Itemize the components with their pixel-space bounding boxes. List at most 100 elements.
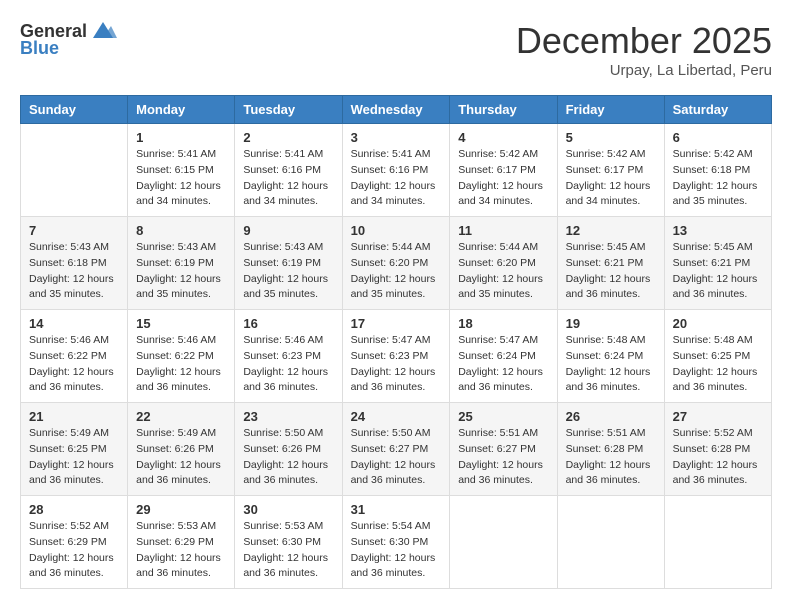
day-info: Sunrise: 5:50 AMSunset: 6:26 PMDaylight:… xyxy=(243,426,333,489)
day-info: Sunrise: 5:53 AMSunset: 6:29 PMDaylight:… xyxy=(136,519,226,582)
calendar-cell: 25 Sunrise: 5:51 AMSunset: 6:27 PMDaylig… xyxy=(450,403,557,496)
calendar-cell: 10 Sunrise: 5:44 AMSunset: 6:20 PMDaylig… xyxy=(342,217,450,310)
day-info: Sunrise: 5:42 AMSunset: 6:17 PMDaylight:… xyxy=(458,147,548,210)
calendar-cell: 1 Sunrise: 5:41 AMSunset: 6:15 PMDayligh… xyxy=(128,124,235,217)
day-number: 29 xyxy=(136,502,226,517)
calendar-cell: 16 Sunrise: 5:46 AMSunset: 6:23 PMDaylig… xyxy=(235,310,342,403)
weekday-header-tuesday: Tuesday xyxy=(235,96,342,124)
day-number: 3 xyxy=(351,130,442,145)
calendar-cell: 24 Sunrise: 5:50 AMSunset: 6:27 PMDaylig… xyxy=(342,403,450,496)
calendar-cell: 4 Sunrise: 5:42 AMSunset: 6:17 PMDayligh… xyxy=(450,124,557,217)
calendar-cell: 12 Sunrise: 5:45 AMSunset: 6:21 PMDaylig… xyxy=(557,217,664,310)
day-number: 15 xyxy=(136,316,226,331)
calendar-cell: 7 Sunrise: 5:43 AMSunset: 6:18 PMDayligh… xyxy=(21,217,128,310)
calendar-cell: 18 Sunrise: 5:47 AMSunset: 6:24 PMDaylig… xyxy=(450,310,557,403)
calendar-cell xyxy=(450,496,557,589)
calendar-cell: 31 Sunrise: 5:54 AMSunset: 6:30 PMDaylig… xyxy=(342,496,450,589)
calendar-cell: 6 Sunrise: 5:42 AMSunset: 6:18 PMDayligh… xyxy=(664,124,771,217)
calendar-header-row: SundayMondayTuesdayWednesdayThursdayFrid… xyxy=(21,96,772,124)
calendar-table: SundayMondayTuesdayWednesdayThursdayFrid… xyxy=(20,95,772,589)
day-number: 30 xyxy=(243,502,333,517)
day-number: 27 xyxy=(673,409,763,424)
calendar-cell: 8 Sunrise: 5:43 AMSunset: 6:19 PMDayligh… xyxy=(128,217,235,310)
day-info: Sunrise: 5:45 AMSunset: 6:21 PMDaylight:… xyxy=(566,240,656,303)
day-number: 5 xyxy=(566,130,656,145)
calendar-cell: 30 Sunrise: 5:53 AMSunset: 6:30 PMDaylig… xyxy=(235,496,342,589)
day-info: Sunrise: 5:43 AMSunset: 6:19 PMDaylight:… xyxy=(243,240,333,303)
day-info: Sunrise: 5:52 AMSunset: 6:29 PMDaylight:… xyxy=(29,519,119,582)
calendar-cell xyxy=(557,496,664,589)
day-number: 18 xyxy=(458,316,548,331)
day-info: Sunrise: 5:48 AMSunset: 6:25 PMDaylight:… xyxy=(673,333,763,396)
day-number: 9 xyxy=(243,223,333,238)
day-info: Sunrise: 5:47 AMSunset: 6:24 PMDaylight:… xyxy=(458,333,548,396)
day-info: Sunrise: 5:47 AMSunset: 6:23 PMDaylight:… xyxy=(351,333,442,396)
calendar-cell: 17 Sunrise: 5:47 AMSunset: 6:23 PMDaylig… xyxy=(342,310,450,403)
weekday-header-saturday: Saturday xyxy=(664,96,771,124)
logo-blue-text: Blue xyxy=(20,38,59,59)
day-info: Sunrise: 5:41 AMSunset: 6:15 PMDaylight:… xyxy=(136,147,226,210)
logo: General Blue xyxy=(20,20,119,59)
calendar-week-row: 1 Sunrise: 5:41 AMSunset: 6:15 PMDayligh… xyxy=(21,124,772,217)
day-info: Sunrise: 5:54 AMSunset: 6:30 PMDaylight:… xyxy=(351,519,442,582)
day-info: Sunrise: 5:44 AMSunset: 6:20 PMDaylight:… xyxy=(351,240,442,303)
day-info: Sunrise: 5:52 AMSunset: 6:28 PMDaylight:… xyxy=(673,426,763,489)
day-info: Sunrise: 5:46 AMSunset: 6:22 PMDaylight:… xyxy=(136,333,226,396)
day-number: 28 xyxy=(29,502,119,517)
day-info: Sunrise: 5:41 AMSunset: 6:16 PMDaylight:… xyxy=(351,147,442,210)
calendar-cell: 23 Sunrise: 5:50 AMSunset: 6:26 PMDaylig… xyxy=(235,403,342,496)
page-header: General Blue December 2025 Urpay, La Lib… xyxy=(20,20,772,79)
day-info: Sunrise: 5:43 AMSunset: 6:19 PMDaylight:… xyxy=(136,240,226,303)
day-info: Sunrise: 5:50 AMSunset: 6:27 PMDaylight:… xyxy=(351,426,442,489)
logo-icon xyxy=(89,20,117,42)
calendar-cell: 5 Sunrise: 5:42 AMSunset: 6:17 PMDayligh… xyxy=(557,124,664,217)
day-number: 14 xyxy=(29,316,119,331)
calendar-week-row: 7 Sunrise: 5:43 AMSunset: 6:18 PMDayligh… xyxy=(21,217,772,310)
day-number: 22 xyxy=(136,409,226,424)
day-number: 8 xyxy=(136,223,226,238)
day-number: 26 xyxy=(566,409,656,424)
day-number: 31 xyxy=(351,502,442,517)
day-info: Sunrise: 5:51 AMSunset: 6:27 PMDaylight:… xyxy=(458,426,548,489)
day-info: Sunrise: 5:46 AMSunset: 6:23 PMDaylight:… xyxy=(243,333,333,396)
day-number: 17 xyxy=(351,316,442,331)
location-title: Urpay, La Libertad, Peru xyxy=(516,62,772,79)
day-number: 13 xyxy=(673,223,763,238)
weekday-header-thursday: Thursday xyxy=(450,96,557,124)
calendar-cell: 11 Sunrise: 5:44 AMSunset: 6:20 PMDaylig… xyxy=(450,217,557,310)
day-number: 21 xyxy=(29,409,119,424)
day-number: 20 xyxy=(673,316,763,331)
day-info: Sunrise: 5:46 AMSunset: 6:22 PMDaylight:… xyxy=(29,333,119,396)
calendar-cell: 9 Sunrise: 5:43 AMSunset: 6:19 PMDayligh… xyxy=(235,217,342,310)
day-info: Sunrise: 5:51 AMSunset: 6:28 PMDaylight:… xyxy=(566,426,656,489)
calendar-cell: 27 Sunrise: 5:52 AMSunset: 6:28 PMDaylig… xyxy=(664,403,771,496)
calendar-cell: 29 Sunrise: 5:53 AMSunset: 6:29 PMDaylig… xyxy=(128,496,235,589)
day-number: 7 xyxy=(29,223,119,238)
day-number: 12 xyxy=(566,223,656,238)
day-number: 19 xyxy=(566,316,656,331)
day-info: Sunrise: 5:44 AMSunset: 6:20 PMDaylight:… xyxy=(458,240,548,303)
calendar-week-row: 28 Sunrise: 5:52 AMSunset: 6:29 PMDaylig… xyxy=(21,496,772,589)
calendar-cell: 20 Sunrise: 5:48 AMSunset: 6:25 PMDaylig… xyxy=(664,310,771,403)
month-title: December 2025 xyxy=(516,20,772,62)
day-number: 6 xyxy=(673,130,763,145)
day-number: 23 xyxy=(243,409,333,424)
day-number: 1 xyxy=(136,130,226,145)
day-number: 11 xyxy=(458,223,548,238)
calendar-cell: 2 Sunrise: 5:41 AMSunset: 6:16 PMDayligh… xyxy=(235,124,342,217)
calendar-cell: 22 Sunrise: 5:49 AMSunset: 6:26 PMDaylig… xyxy=(128,403,235,496)
calendar-cell: 15 Sunrise: 5:46 AMSunset: 6:22 PMDaylig… xyxy=(128,310,235,403)
day-number: 4 xyxy=(458,130,548,145)
calendar-cell: 26 Sunrise: 5:51 AMSunset: 6:28 PMDaylig… xyxy=(557,403,664,496)
calendar-week-row: 14 Sunrise: 5:46 AMSunset: 6:22 PMDaylig… xyxy=(21,310,772,403)
day-info: Sunrise: 5:41 AMSunset: 6:16 PMDaylight:… xyxy=(243,147,333,210)
weekday-header-sunday: Sunday xyxy=(21,96,128,124)
day-info: Sunrise: 5:48 AMSunset: 6:24 PMDaylight:… xyxy=(566,333,656,396)
day-info: Sunrise: 5:42 AMSunset: 6:18 PMDaylight:… xyxy=(673,147,763,210)
day-info: Sunrise: 5:49 AMSunset: 6:26 PMDaylight:… xyxy=(136,426,226,489)
day-info: Sunrise: 5:53 AMSunset: 6:30 PMDaylight:… xyxy=(243,519,333,582)
day-number: 10 xyxy=(351,223,442,238)
day-number: 2 xyxy=(243,130,333,145)
calendar-cell: 14 Sunrise: 5:46 AMSunset: 6:22 PMDaylig… xyxy=(21,310,128,403)
calendar-cell xyxy=(664,496,771,589)
